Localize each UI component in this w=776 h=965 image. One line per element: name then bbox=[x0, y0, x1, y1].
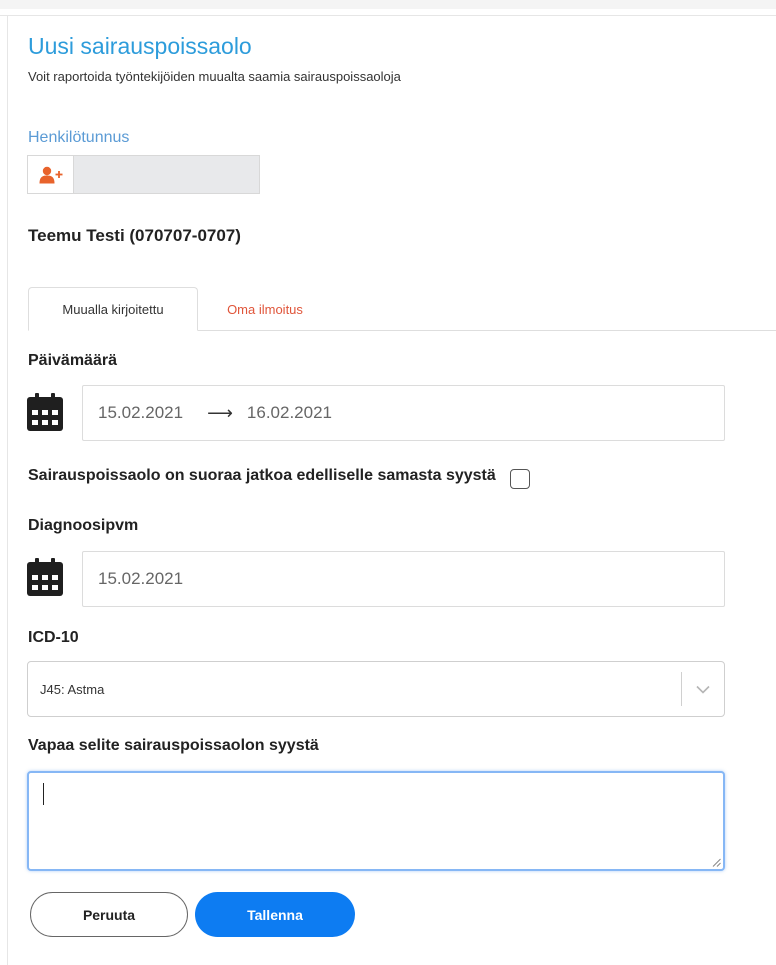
continuation-label: Sairauspoissaolo on suoraa jatkoa edelli… bbox=[28, 467, 496, 484]
hetu-input-group bbox=[27, 155, 260, 194]
icd-select[interactable]: J45: Astma bbox=[27, 661, 725, 717]
date-range-field[interactable]: 15.02.2021 ⟶ 16.02.2021 bbox=[82, 385, 725, 441]
tab-oma-ilmoitus[interactable]: Oma ilmoitus bbox=[200, 287, 330, 331]
end-date[interactable]: 16.02.2021 bbox=[247, 403, 332, 423]
icd-selected-value: J45: Astma bbox=[40, 681, 105, 697]
add-person-button[interactable] bbox=[28, 156, 74, 193]
calendar-icon[interactable] bbox=[26, 558, 64, 598]
chevron-down-icon bbox=[696, 685, 710, 694]
cancel-button[interactable]: Peruuta bbox=[30, 892, 188, 937]
add-person-icon bbox=[39, 166, 62, 183]
selected-person: Teemu Testi (070707-0707) bbox=[28, 226, 241, 245]
reason-textarea[interactable] bbox=[27, 771, 725, 871]
calendar-icon[interactable] bbox=[26, 393, 64, 433]
dropdown-toggle[interactable] bbox=[682, 685, 724, 694]
tab-muualla-kirjoitettu[interactable]: Muualla kirjoitettu bbox=[28, 287, 198, 331]
resize-grip-icon[interactable] bbox=[711, 857, 721, 867]
hetu-label: Henkilötunnus bbox=[28, 129, 130, 146]
top-strip bbox=[0, 0, 776, 9]
reason-label: Vapaa selite sairauspoissaolon syystä bbox=[28, 737, 319, 754]
page-subtitle: Voit raportoida työntekijöiden muualta s… bbox=[28, 69, 401, 84]
continuation-row: Sairauspoissaolo on suoraa jatkoa edelli… bbox=[28, 463, 530, 489]
icd-label: ICD-10 bbox=[28, 629, 79, 646]
start-date[interactable]: 15.02.2021 bbox=[98, 403, 183, 423]
range-arrow-icon: ⟶ bbox=[207, 402, 233, 423]
text-caret bbox=[43, 783, 44, 805]
continuation-checkbox[interactable] bbox=[509, 469, 530, 489]
page-title: Uusi sairauspoissaolo bbox=[28, 33, 252, 59]
diagnosis-date-value[interactable]: 15.02.2021 bbox=[98, 569, 183, 589]
save-button[interactable]: Tallenna bbox=[195, 892, 355, 937]
panel-left-border bbox=[7, 15, 8, 965]
diagnosis-date-field[interactable]: 15.02.2021 bbox=[82, 551, 725, 607]
hetu-input[interactable] bbox=[74, 156, 259, 193]
date-range-label: Päivämäärä bbox=[28, 352, 117, 369]
panel-top-border bbox=[0, 15, 776, 16]
diagnosis-date-label: Diagnoosipvm bbox=[28, 517, 139, 534]
